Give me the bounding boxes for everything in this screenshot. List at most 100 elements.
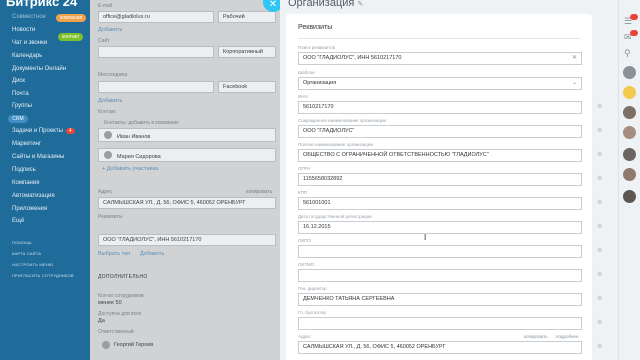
field-settings-icon[interactable]: ⚙: [597, 151, 602, 158]
contact-tag: контакт: [58, 33, 84, 41]
message-badge: [630, 30, 638, 36]
sidebar-item-calendar[interactable]: Календарь: [12, 53, 42, 59]
employees-value: менее 50: [98, 300, 122, 306]
avatar[interactable]: [623, 106, 636, 119]
field-settings-icon[interactable]: ⚙: [597, 175, 602, 182]
contact-row[interactable]: Иван Иванов: [98, 128, 276, 142]
responsible-value[interactable]: Георгий Героев: [114, 342, 153, 348]
edit-pencil-icon[interactable]: ✎: [357, 1, 363, 8]
employees-label: Кол-во сотрудников: [98, 293, 144, 299]
requisites-field[interactable]: ООО "ГЛАДИОЛУС", ИНН 5610217170: [98, 234, 276, 246]
brand-logo[interactable]: Битрикс 24: [6, 0, 77, 9]
oktmo-input[interactable]: [298, 269, 582, 282]
sidebar-section-crm[interactable]: CRM: [8, 115, 28, 123]
sidebar-item-marketing[interactable]: Маркетинг: [12, 141, 41, 147]
add-messenger-link[interactable]: Добавить: [98, 98, 122, 104]
accountant-input[interactable]: [298, 317, 582, 330]
field-value: ООО "ГЛАДИОЛУС", ИНН 5610217170: [303, 55, 402, 61]
field-label: Поиск реквизитов: [298, 45, 336, 50]
contact-row[interactable]: Мария Сидорова: [98, 148, 276, 162]
sidebar-link-invite[interactable]: пригласить сотрудников: [12, 273, 74, 278]
sidebar-item-company[interactable]: Компания: [12, 180, 39, 186]
address-input[interactable]: САЛМЫШСКАЯ УЛ., Д. 56, ОФИС 5, 460052 ОР…: [298, 341, 582, 354]
field-value: Организация: [303, 80, 337, 86]
avatar[interactable]: [623, 168, 636, 181]
email-type-select[interactable]: Рабочий: [218, 11, 276, 23]
avatar: [104, 131, 112, 139]
search-icon[interactable]: ⚲: [624, 48, 631, 59]
registration-date-input[interactable]: 16.12.2015: [298, 221, 582, 234]
field-label: Гл. бухгалтер: [298, 310, 326, 315]
panel-header: Организация ✎: [288, 0, 363, 9]
avatar[interactable]: [623, 148, 636, 161]
short-name-input[interactable]: ООО "ГЛАДИОЛУС": [298, 125, 582, 138]
field-settings-icon[interactable]: ⚙: [597, 223, 602, 230]
avatar[interactable]: [623, 190, 636, 203]
sidebar-item-tasks[interactable]: Задачи и Проекты 4: [12, 128, 75, 134]
copy-address-link[interactable]: копировать: [524, 334, 548, 339]
sidebar-item-shared[interactable]: Совместное: [12, 14, 46, 20]
full-name-input[interactable]: ОБЩЕСТВО С ОГРАНИЧЕННОЙ ОТВЕТСТВЕННОСТЬЮ…: [298, 149, 582, 162]
email-label: E-mail: [98, 3, 113, 9]
field-settings-icon[interactable]: ⚙: [597, 103, 602, 110]
requisites-search-input[interactable]: ООО "ГЛАДИОЛУС", ИНН 5610217170 ✕: [298, 52, 582, 65]
address-details-link[interactable]: подробнее: [556, 334, 579, 339]
choose-type-link[interactable]: Выбрать тип: [98, 251, 130, 257]
inn-input[interactable]: 5610217170: [298, 101, 582, 114]
site-field[interactable]: [98, 46, 214, 58]
messenger-type-select[interactable]: Facebook: [218, 81, 276, 93]
bulb-icon[interactable]: [623, 86, 636, 99]
director-input[interactable]: ДЕМЧЕНКО ТАТЬЯНА СЕРГЕЕВНА: [298, 293, 582, 306]
okpo-input[interactable]: [298, 245, 582, 258]
sidebar-item-disk[interactable]: Диск: [12, 78, 25, 84]
messenger-field[interactable]: [98, 81, 214, 93]
add-requisites-link[interactable]: Добавить: [140, 251, 164, 257]
sidebar-item-more[interactable]: Ещё: [12, 218, 24, 224]
address-label: Адрес: [98, 189, 113, 195]
requisites-card: Реквизиты Поиск реквизитов ООО "ГЛАДИОЛУ…: [286, 14, 602, 360]
sidebar-item-chat[interactable]: Чат и звонки: [12, 40, 47, 46]
contacts-label: Контакт: [98, 109, 117, 115]
field-settings-icon[interactable]: ⚙: [597, 343, 602, 350]
email-field[interactable]: office@gladiolus.ru: [98, 11, 214, 23]
sidebar-item-automation[interactable]: Автоматизация: [12, 193, 55, 199]
field-settings-icon[interactable]: ⚙: [597, 271, 602, 278]
sidebar-item-groups[interactable]: Группы: [12, 103, 32, 109]
field-label: ОКПО: [298, 238, 311, 243]
field-label: Адрес: [298, 334, 311, 339]
field-settings-icon[interactable]: ⚙: [597, 199, 602, 206]
site-type-select[interactable]: Корпоративный: [218, 46, 276, 58]
contact-name: Мария Сидорова: [117, 154, 161, 160]
address-field[interactable]: САЛМЫШСКАЯ УЛ., Д. 56, ОФИС 5, 460052 ОР…: [98, 197, 276, 209]
field-settings-icon[interactable]: ⚙: [597, 127, 602, 134]
left-sidebar: Битрикс 24 Совместное Новости Чат и звон…: [0, 0, 90, 360]
sidebar-item-sign[interactable]: Подпись: [12, 167, 36, 173]
field-settings-icon[interactable]: ⚙: [597, 319, 602, 326]
avatar[interactable]: [623, 66, 636, 79]
sidebar-item-apps[interactable]: Приложения: [12, 206, 47, 212]
divider: [298, 38, 580, 39]
kpp-input[interactable]: 561001001: [298, 197, 582, 210]
close-icon: ✕: [268, 0, 278, 10]
field-label: Ген. директор: [298, 286, 327, 291]
field-settings-icon[interactable]: ⚙: [597, 247, 602, 254]
add-email-link[interactable]: Добавить: [98, 27, 122, 33]
template-select[interactable]: Организация ⌄: [298, 77, 582, 90]
copy-address-link[interactable]: копировать: [246, 189, 272, 195]
field-label: КПП: [298, 190, 308, 195]
sidebar-item-docs[interactable]: Документы Онлайн: [12, 66, 66, 72]
clear-icon[interactable]: ✕: [572, 53, 577, 64]
field-label: Сокращенное наименование организации: [298, 118, 387, 123]
add-participant-link[interactable]: + Добавить участника: [102, 166, 158, 172]
field-settings-icon[interactable]: ⚙: [597, 295, 602, 302]
sidebar-link-help[interactable]: помощь: [12, 240, 32, 245]
company-tag: компания: [56, 14, 87, 22]
responsible-label: Ответственный: [98, 329, 134, 335]
sidebar-item-news[interactable]: Новости: [12, 27, 35, 33]
sidebar-item-mail[interactable]: Почта: [12, 91, 29, 97]
ogrn-input[interactable]: 1155658032892: [298, 173, 582, 186]
sidebar-link-menu[interactable]: настроить меню: [12, 262, 53, 267]
avatar[interactable]: [623, 126, 636, 139]
sidebar-item-sites[interactable]: Сайты и Магазины: [12, 154, 64, 160]
sidebar-link-sitemap[interactable]: карта сайта: [12, 251, 41, 256]
